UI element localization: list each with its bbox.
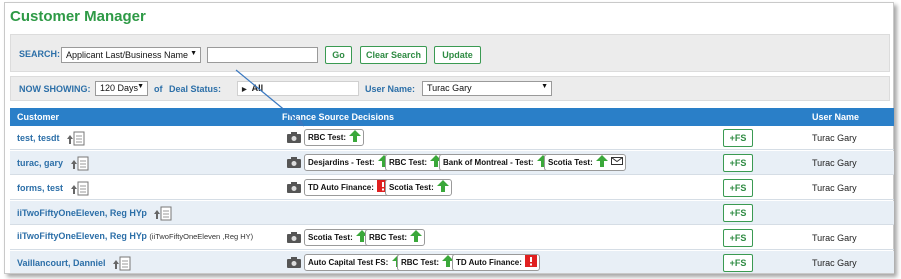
- add-finance-source-button[interactable]: +FS: [723, 229, 753, 247]
- camera-icon[interactable]: [287, 232, 301, 243]
- clear-search-button[interactable]: Clear Search: [360, 46, 427, 64]
- finance-source-decision[interactable]: TD Auto Finance:: [304, 179, 393, 196]
- finance-source-label: TD Auto Finance:: [308, 183, 374, 192]
- green-up-arrow-icon: [595, 155, 608, 168]
- camera-icon[interactable]: [287, 182, 301, 193]
- finance-source-decision[interactable]: Desjardins - Test:: [304, 154, 393, 171]
- finance-source-label: Scotia Test:: [548, 158, 593, 167]
- finance-source-decision[interactable]: RBC Test:: [365, 229, 426, 246]
- finance-source-label: Bank of Montreal - Test:: [443, 158, 534, 167]
- table-row: iiTwoFiftyOneEleven, Reg HYp (iiTwoFifty…: [10, 226, 894, 250]
- user-name-select[interactable]: Turac Gary ▼: [422, 81, 552, 96]
- table-row: iiTwoFiftyOneEleven, Reg HYp +FS: [10, 201, 894, 225]
- customer-link[interactable]: iiTwoFiftyOneEleven, Reg HYp: [17, 231, 147, 241]
- deal-status-label: Deal Status:: [169, 84, 222, 94]
- user-name-cell: Turac Gary: [812, 233, 857, 243]
- finance-source-decision[interactable]: Bank of Montreal - Test:: [439, 154, 552, 171]
- finance-source-decision[interactable]: RBC Test:: [304, 129, 365, 146]
- message-icon: [611, 157, 624, 166]
- add-finance-source-button[interactable]: +FS: [723, 179, 753, 197]
- customer-link[interactable]: forms, test: [17, 183, 63, 193]
- customer-cell: iiTwoFiftyOneEleven, Reg HYp: [17, 206, 172, 221]
- user-name-cell: Turac Gary: [812, 133, 857, 143]
- add-finance-source-button[interactable]: +FS: [723, 204, 753, 222]
- finance-source-decision[interactable]: RBC Test:: [385, 154, 446, 171]
- finance-source-decision[interactable]: Scotia Test:: [304, 229, 371, 246]
- green-up-arrow-icon: [349, 130, 362, 143]
- customer-link[interactable]: iiTwoFiftyOneEleven, Reg HYp: [17, 208, 147, 218]
- table-header: Customer Finance Source Decisions User N…: [10, 108, 894, 126]
- of-label: of: [154, 84, 163, 94]
- customer-manager-panel: Customer Manager SEARCH: Applicant Last/…: [4, 2, 894, 274]
- red-exclamation-icon: [525, 255, 538, 268]
- document-up-arrow-icon[interactable]: [69, 181, 89, 196]
- search-bar: SEARCH: Applicant Last/Business Name ▼ G…: [10, 34, 890, 72]
- customer-cell: turac, gary: [17, 156, 89, 171]
- green-up-arrow-icon: [436, 180, 449, 193]
- caret-right-icon: ▶: [242, 87, 247, 93]
- finance-source-decision[interactable]: Scotia Test:: [544, 154, 627, 171]
- finance-source-decision[interactable]: TD Auto Finance:: [452, 254, 541, 271]
- document-up-arrow-icon[interactable]: [111, 256, 131, 271]
- period-select[interactable]: 120 Days ▼: [95, 81, 148, 96]
- user-name-cell: Turac Gary: [812, 258, 857, 268]
- deal-status-select[interactable]: ▶ All: [237, 81, 359, 96]
- finance-source-label: RBC Test:: [401, 258, 440, 267]
- camera-icon[interactable]: [287, 132, 301, 143]
- search-type-select[interactable]: Applicant Last/Business Name ▼: [61, 47, 201, 63]
- customer-cell: Vaillancourt, Danniel: [17, 256, 131, 271]
- chevron-down-icon: ▼: [137, 83, 144, 90]
- now-showing-label: NOW SHOWING:: [19, 84, 91, 94]
- finance-source-label: RBC Test:: [308, 133, 347, 142]
- customer-link[interactable]: test, tesdt: [17, 133, 60, 143]
- finance-source-label: Auto Capital Test FS:: [308, 258, 389, 267]
- add-finance-source-button[interactable]: +FS: [723, 129, 753, 147]
- finance-source-decision[interactable]: Auto Capital Test FS:: [304, 254, 407, 271]
- user-name-value: Turac Gary: [427, 83, 472, 93]
- finance-source-label: RBC Test:: [369, 233, 408, 242]
- finance-source-label: Scotia Test:: [308, 233, 353, 242]
- table-row: test, tesdt RBC Test: +FS Turac Gary: [10, 126, 894, 150]
- finance-source-decision[interactable]: Scotia Test:: [385, 179, 452, 196]
- user-name-label: User Name:: [365, 84, 416, 94]
- finance-source-label: RBC Test:: [389, 158, 428, 167]
- camera-icon[interactable]: [287, 157, 301, 168]
- camera-icon[interactable]: [287, 257, 301, 268]
- period-value: 120 Days: [100, 83, 139, 93]
- green-up-arrow-icon: [410, 230, 423, 243]
- user-name-cell: Turac Gary: [812, 183, 857, 193]
- document-up-arrow-icon[interactable]: [65, 131, 85, 146]
- customer-cell: test, tesdt: [17, 131, 85, 146]
- document-up-arrow-icon[interactable]: [152, 206, 172, 221]
- search-type-value: Applicant Last/Business Name: [66, 50, 189, 60]
- add-finance-source-button[interactable]: +FS: [723, 154, 753, 172]
- chevron-down-icon: ▼: [541, 83, 548, 90]
- table-row: Vaillancourt, Danniel Auto Capital Test …: [10, 251, 894, 273]
- column-header-decisions: Finance Source Decisions: [282, 112, 395, 122]
- finance-source-label: Desjardins - Test:: [308, 158, 375, 167]
- table-row: turac, gary Desjardins - Test: RBC Test:…: [10, 151, 894, 175]
- customer-link[interactable]: Vaillancourt, Danniel: [17, 258, 106, 268]
- page-title: Customer Manager: [10, 8, 146, 25]
- update-button[interactable]: Update: [434, 46, 481, 64]
- customer-cell: forms, test: [17, 181, 89, 196]
- search-input[interactable]: [207, 47, 318, 63]
- filter-bar: NOW SHOWING: 120 Days ▼ of Deal Status: …: [10, 76, 890, 101]
- column-header-customer: Customer: [17, 112, 60, 122]
- deal-status-value: All: [251, 83, 264, 93]
- user-name-cell: Turac Gary: [812, 158, 857, 168]
- finance-source-decision[interactable]: RBC Test:: [397, 254, 458, 271]
- finance-source-label: TD Auto Finance:: [456, 258, 522, 267]
- chevron-down-icon: ▼: [190, 50, 197, 57]
- column-header-user: User Name: [812, 112, 860, 122]
- customer-link[interactable]: turac, gary: [17, 158, 63, 168]
- search-label: SEARCH:: [19, 49, 61, 59]
- table-row: forms, test TD Auto Finance: Scotia Test…: [10, 176, 894, 200]
- customer-alias: (iiTwoFiftyOneEleven ,Reg HY): [149, 232, 254, 241]
- customer-cell: iiTwoFiftyOneEleven, Reg HYp (iiTwoFifty…: [17, 231, 253, 241]
- document-up-arrow-icon[interactable]: [69, 156, 89, 171]
- go-button[interactable]: Go: [325, 46, 352, 64]
- finance-source-label: Scotia Test:: [389, 183, 434, 192]
- add-finance-source-button[interactable]: +FS: [723, 254, 753, 272]
